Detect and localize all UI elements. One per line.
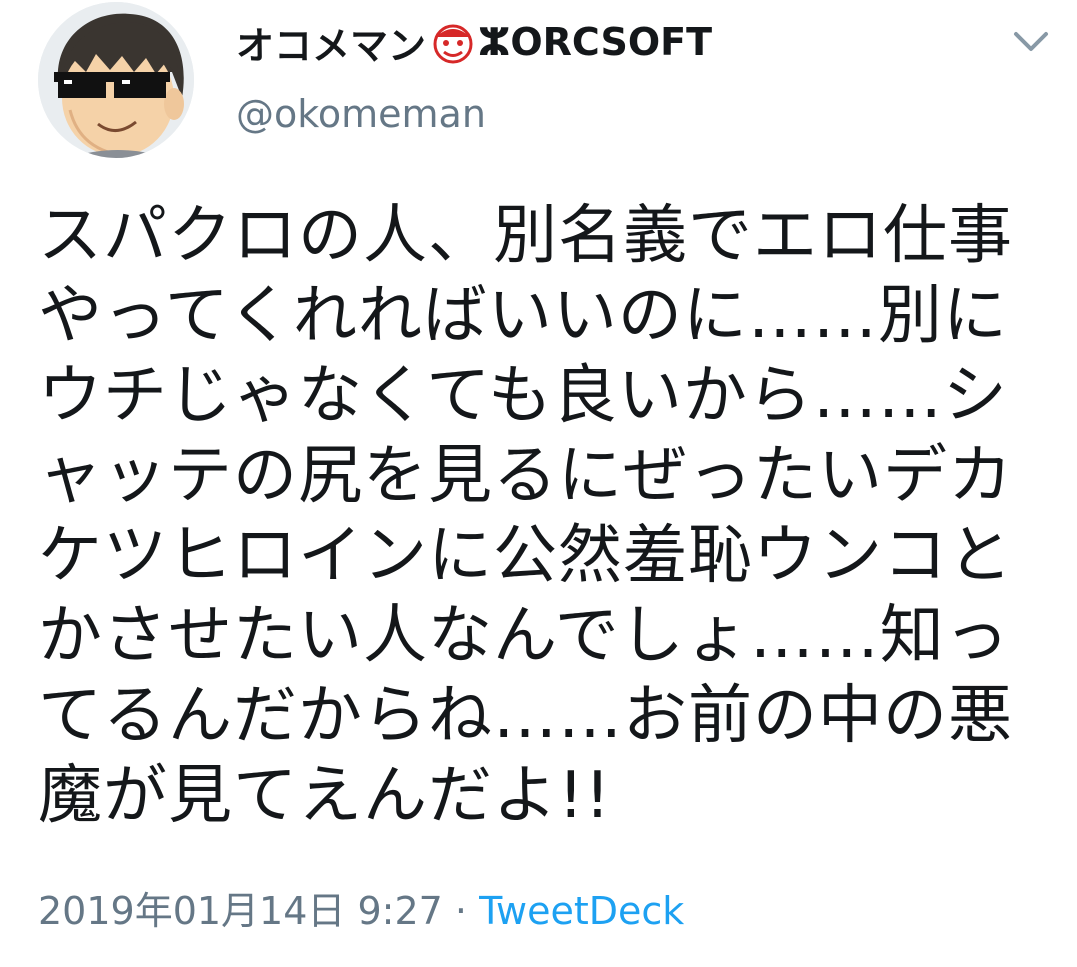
tweet-card: オコメマン ⵣORCSOFT @okomeman スパクロの人、別名義でエロ仕事… xyxy=(0,0,1077,967)
tweet-text-line: てるんだからね……お前の中の悪 xyxy=(38,679,1013,753)
meta-separator: · xyxy=(442,889,480,933)
tweet-text-line: スパクロの人、別名義でエロ仕事 xyxy=(38,199,1013,273)
tweet-source-link[interactable]: TweetDeck xyxy=(479,889,684,933)
tweet-text: スパクロの人、別名義でエロ仕事 やってくれればいいのに……別に ウチじゃなくても… xyxy=(38,196,1043,836)
cartoon-man-sunglasses-avatar-icon xyxy=(38,2,194,158)
tweet-meta: 2019年01月14日 9:27 · TweetDeck xyxy=(38,880,684,935)
tweet-text-line: ケツヒロインに公然羞恥ウンコと xyxy=(38,519,1013,593)
chevron-down-icon[interactable] xyxy=(1008,26,1054,58)
tweet-text-line: やってくれればいいのに……別に xyxy=(38,279,1008,353)
tweet-text-line: ャッテの尻を見るにぜったいデカ xyxy=(38,439,1013,513)
user-avatar[interactable] xyxy=(38,2,194,158)
red-mascot-face-icon xyxy=(430,19,476,65)
tweet-timestamp[interactable]: 2019年01月14日 9:27 xyxy=(38,889,443,933)
tweet-text-line: ウチじゃなくても良いから……シ xyxy=(38,359,1008,433)
tweet-text-line: 魔が見てえんだよ!! xyxy=(38,759,612,833)
display-name-text: オコメマン xyxy=(236,23,427,68)
tweet-text-line: かさせたい人なんでしょ……知っ xyxy=(38,599,1010,673)
user-handle[interactable]: @okomeman xyxy=(236,92,486,136)
display-name[interactable]: オコメマン ⵣORCSOFT xyxy=(236,14,712,70)
brand-text: ⵣORCSOFT xyxy=(478,20,713,64)
